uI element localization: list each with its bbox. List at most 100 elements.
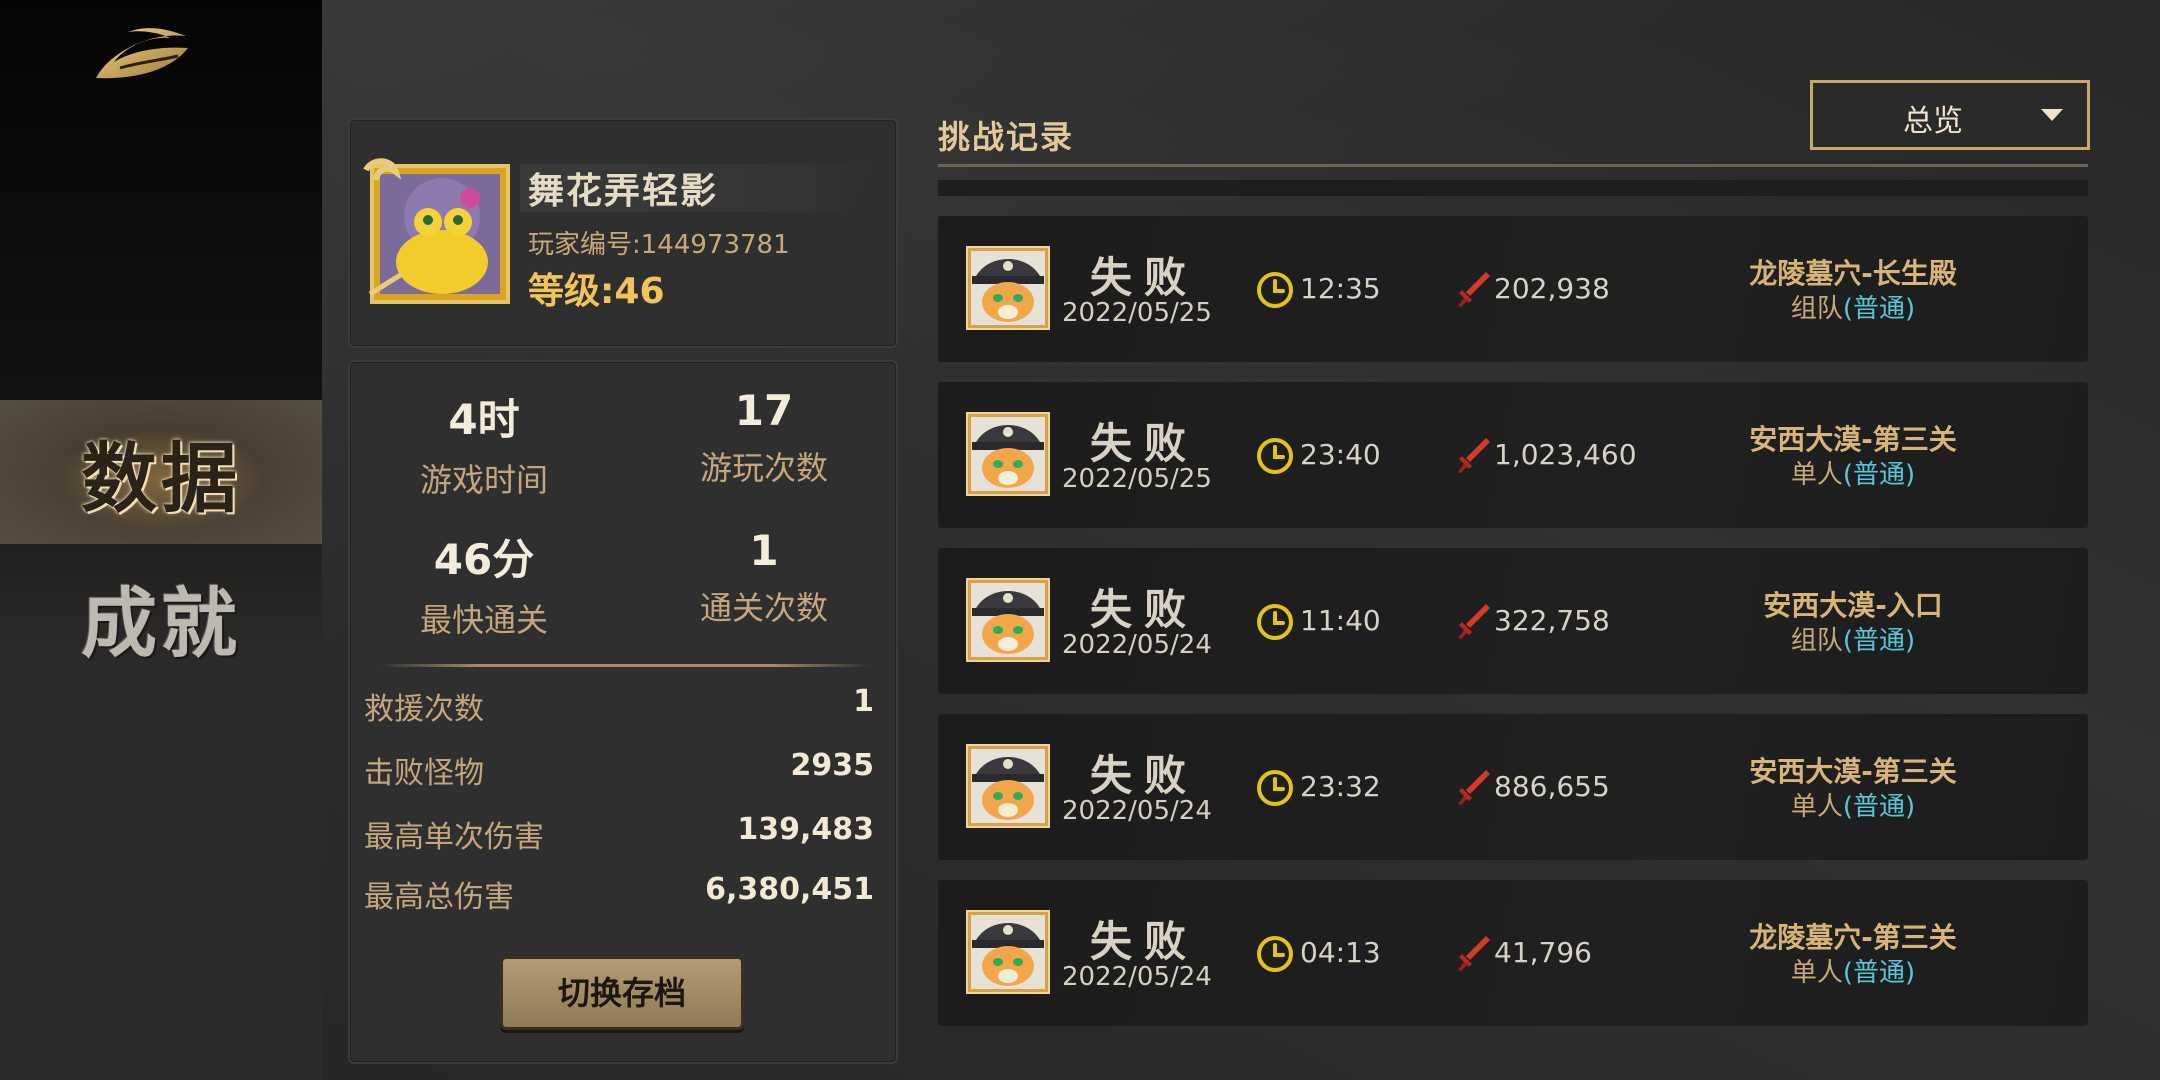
player-name: 舞花弄轻影: [528, 171, 719, 212]
clock-icon: [1257, 770, 1293, 806]
clock-icon: [1257, 272, 1293, 308]
clock-icon: [1257, 438, 1293, 474]
record-result: 失败: [1089, 751, 1198, 800]
record-time: 23:32: [1300, 770, 1381, 803]
records-header-strip: [938, 180, 2088, 196]
record-result: 失败: [1089, 917, 1198, 966]
record-row[interactable]: 失败 2022/05/24 11:40 322,758 安西大漠-入口 组队(普…: [938, 548, 2088, 694]
stat-row-label: 最高总伤害: [364, 880, 514, 915]
record-stage: 安西大漠-第三关: [1749, 423, 1957, 456]
player-level: 等级:46: [528, 271, 665, 312]
record-damage: 202,938: [1494, 272, 1610, 305]
record-party-mode: 组队: [1790, 626, 1843, 656]
stat-play-count: 17 游玩次数: [644, 386, 884, 489]
record-stage: 安西大漠-第三关: [1749, 755, 1957, 788]
stat-row-rescues: 救援次数 1: [364, 684, 874, 727]
stat-row-value: 6,380,451: [705, 872, 874, 907]
record-time: 23:40: [1300, 438, 1381, 471]
stat-row-max-total-damage: 最高总伤害 6,380,451: [364, 872, 874, 915]
stat-fastest-clear: 46分 最快通关: [364, 526, 604, 641]
stat-label: 通关次数: [699, 589, 828, 627]
record-difficulty: (普通): [1842, 294, 1916, 324]
record-party-mode: 单人: [1790, 792, 1843, 822]
record-result: 失败: [1089, 253, 1198, 302]
record-date: 2022/05/24: [1062, 962, 1212, 992]
record-damage: 322,758: [1494, 604, 1610, 637]
record-mode: 组队(普通): [1658, 288, 2048, 325]
records-title: 挑战记录: [938, 118, 1075, 156]
record-result: 失败: [1089, 419, 1198, 468]
record-party-mode: 单人: [1790, 460, 1843, 490]
record-mode: 单人(普通): [1658, 786, 2048, 823]
stat-value: 46分: [433, 535, 535, 584]
character-avatar: [966, 578, 1050, 662]
stat-row-value: 2935: [790, 748, 875, 783]
sword-damage-icon: [1458, 936, 1490, 971]
record-result: 失败: [1089, 585, 1198, 634]
stat-clear-count: 1 通关次数: [644, 526, 884, 629]
record-difficulty: (普通): [1842, 958, 1916, 988]
stat-value: 17: [734, 386, 794, 435]
nav-item-achievements[interactable]: 成就: [0, 545, 322, 689]
dropdown-selected-label: 总览: [1903, 104, 1963, 139]
clock-icon: [1257, 936, 1293, 972]
record-time: 04:13: [1300, 936, 1381, 969]
record-stage: 龙陵墓穴-第三关: [1749, 921, 1957, 954]
stat-row-max-single-damage: 最高单次伤害 139,483: [364, 812, 874, 855]
record-difficulty: (普通): [1842, 792, 1916, 822]
records-title-underline: [938, 164, 2088, 167]
character-avatar: [966, 744, 1050, 828]
sword-damage-icon: [1458, 604, 1490, 639]
record-damage: 41,796: [1494, 936, 1592, 969]
sword-damage-icon: [1458, 770, 1490, 805]
record-row[interactable]: 失败 2022/05/25 12:35 202,938 龙陵墓穴-长生殿 组队(…: [938, 216, 2088, 362]
record-mode: 单人(普通): [1658, 454, 2048, 491]
record-date: 2022/05/24: [1062, 796, 1212, 826]
stat-row-value: 1: [853, 684, 874, 719]
record-row[interactable]: 失败 2022/05/24 23:32 886,655 安西大漠-第三关 单人(…: [938, 714, 2088, 860]
profile-card: 舞花弄轻影 玩家编号:144973781 等级:46: [348, 118, 898, 348]
stats-divider: [380, 664, 870, 667]
record-damage: 886,655: [1494, 770, 1610, 803]
records-filter-dropdown[interactable]: 总览: [1810, 80, 2090, 150]
clock-icon: [1257, 604, 1293, 640]
sword-damage-icon: [1458, 272, 1490, 307]
stat-label: 最快通关: [419, 601, 548, 639]
player-avatar: [363, 158, 510, 304]
record-date: 2022/05/25: [1062, 464, 1212, 494]
record-difficulty: (普通): [1842, 626, 1916, 656]
stat-label: 游玩次数: [699, 449, 828, 487]
sidebar: 数据 成就: [0, 0, 322, 1080]
record-row[interactable]: 失败 2022/05/24 04:13 41,796 龙陵墓穴-第三关 单人(普…: [938, 880, 2088, 1026]
stat-row-value: 139,483: [737, 812, 874, 847]
chevron-down-icon: [2041, 109, 2063, 121]
stat-play-time: 4时 游戏时间: [364, 386, 604, 501]
nav-item-data[interactable]: 数据: [0, 400, 322, 544]
stat-row-label: 救援次数: [364, 692, 484, 727]
record-mode: 单人(普通): [1658, 952, 2048, 989]
stat-value: 1: [749, 526, 779, 575]
stat-label: 游戏时间: [419, 461, 548, 499]
stat-row-label: 最高单次伤害: [364, 820, 544, 855]
record-time: 12:35: [1300, 272, 1381, 305]
stats-panel: 4时 游戏时间 17 游玩次数 46分 最快通关 1 通关次数 救援次数 1 击…: [348, 360, 898, 1064]
stat-row-monsters-defeated: 击败怪物 2935: [364, 748, 875, 791]
stat-value: 4时: [448, 395, 520, 444]
character-avatar: [966, 910, 1050, 994]
record-party-mode: 单人: [1790, 958, 1843, 988]
record-difficulty: (普通): [1842, 460, 1916, 490]
stat-row-label: 击败怪物: [364, 756, 484, 791]
record-row[interactable]: 失败 2022/05/25 23:40 1,023,460 安西大漠-第三关 单…: [938, 382, 2088, 528]
character-avatar: [966, 412, 1050, 496]
record-damage: 1,023,460: [1494, 438, 1637, 471]
record-stage: 龙陵墓穴-长生殿: [1749, 257, 1957, 290]
golden-swirl-logo-icon: [96, 28, 188, 79]
switch-save-button[interactable]: 切换存档: [500, 956, 744, 1030]
sword-damage-icon: [1458, 438, 1490, 473]
player-id: 玩家编号:144973781: [528, 230, 790, 260]
record-time: 11:40: [1300, 604, 1381, 637]
record-mode: 组队(普通): [1658, 620, 2048, 657]
record-party-mode: 组队: [1790, 294, 1843, 324]
character-avatar: [966, 246, 1050, 330]
record-date: 2022/05/25: [1062, 298, 1212, 328]
